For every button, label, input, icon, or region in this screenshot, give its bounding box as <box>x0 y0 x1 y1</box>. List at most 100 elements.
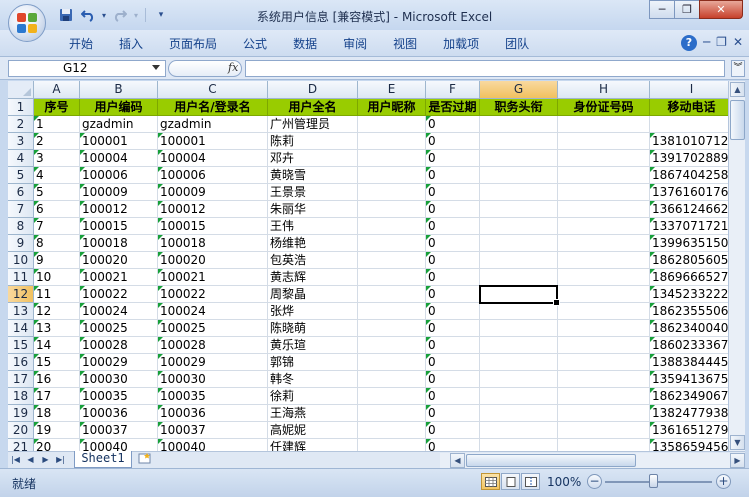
cell[interactable] <box>558 337 650 354</box>
column-header[interactable]: E <box>358 81 426 99</box>
header-cell[interactable]: 身份证号码 <box>558 99 650 116</box>
cell[interactable] <box>358 218 426 235</box>
cell[interactable]: 100020 <box>80 252 158 269</box>
cell[interactable] <box>358 303 426 320</box>
cell[interactable] <box>558 235 650 252</box>
header-cell[interactable]: 是否过期 <box>426 99 480 116</box>
cell[interactable]: 邓卉 <box>268 150 358 167</box>
cell[interactable]: 18628056055 <box>650 252 728 269</box>
cell[interactable] <box>480 201 558 218</box>
cell[interactable]: 18623555060 <box>650 303 728 320</box>
ribbon-tab[interactable]: 公式 <box>230 35 280 53</box>
row-header[interactable]: 4 <box>8 150 34 167</box>
cell[interactable]: 张烨 <box>268 303 358 320</box>
cell[interactable] <box>558 269 650 286</box>
zoom-out-icon[interactable]: − <box>587 474 602 489</box>
next-sheet-icon[interactable]: ▶ <box>38 453 53 467</box>
cell[interactable]: 3 <box>34 150 80 167</box>
cell[interactable]: 13616512799 <box>650 422 728 439</box>
ribbon-tab[interactable]: 视图 <box>380 35 430 53</box>
scroll-right-icon[interactable]: ▶ <box>730 453 745 468</box>
cell[interactable]: 朱丽华 <box>268 201 358 218</box>
cell[interactable]: 2 <box>34 133 80 150</box>
cell[interactable]: 13370717219 <box>650 218 728 235</box>
cell[interactable] <box>558 150 650 167</box>
cell[interactable]: 杨维艳 <box>268 235 358 252</box>
column-header[interactable]: H <box>558 81 650 99</box>
cell[interactable]: 13810107123 <box>650 133 728 150</box>
cell[interactable]: 13661246623 <box>650 201 728 218</box>
cell[interactable] <box>358 201 426 218</box>
cell[interactable]: 10 <box>34 269 80 286</box>
header-cell[interactable]: 用户昵称 <box>358 99 426 116</box>
row-header[interactable]: 3 <box>8 133 34 150</box>
ribbon-tab[interactable]: 团队 <box>492 35 542 53</box>
cell[interactable] <box>358 167 426 184</box>
ribbon-tab[interactable]: 加载项 <box>430 35 492 53</box>
cell[interactable]: 100018 <box>80 235 158 252</box>
last-sheet-icon[interactable]: ▶| <box>53 453 68 467</box>
insert-sheet-icon[interactable] <box>134 452 156 467</box>
cell[interactable] <box>558 201 650 218</box>
header-cell[interactable]: 移动电话 <box>650 99 728 116</box>
prev-sheet-icon[interactable]: ◀ <box>23 453 38 467</box>
cell[interactable]: 15 <box>34 354 80 371</box>
cell[interactable] <box>558 354 650 371</box>
cell[interactable] <box>480 269 558 286</box>
cell[interactable]: 7 <box>34 218 80 235</box>
row-header[interactable]: 20 <box>8 422 34 439</box>
cell[interactable]: 100022 <box>158 286 268 303</box>
row-header[interactable]: 13 <box>8 303 34 320</box>
cell[interactable] <box>358 405 426 422</box>
cell[interactable]: 0 <box>426 405 480 422</box>
restore-button[interactable]: ❐ <box>674 0 700 19</box>
cell[interactable] <box>558 133 650 150</box>
cell[interactable]: 18 <box>34 405 80 422</box>
cell[interactable]: 100029 <box>158 354 268 371</box>
horizontal-scroll-thumb[interactable] <box>466 454 636 467</box>
row-header[interactable]: 11 <box>8 269 34 286</box>
cell[interactable] <box>358 320 426 337</box>
cell[interactable]: 0 <box>426 235 480 252</box>
cell[interactable] <box>558 320 650 337</box>
row-header[interactable]: 21 <box>8 439 34 451</box>
header-cell[interactable]: 用户全名 <box>268 99 358 116</box>
cell[interactable]: 14 <box>34 337 80 354</box>
doc-minimize-button[interactable]: ─ <box>703 35 710 51</box>
cell[interactable] <box>480 320 558 337</box>
cell[interactable] <box>558 116 650 133</box>
cell[interactable]: 0 <box>426 218 480 235</box>
cell[interactable] <box>558 252 650 269</box>
cell[interactable]: 0 <box>426 252 480 269</box>
cell[interactable] <box>558 439 650 451</box>
zoom-slider-thumb[interactable] <box>649 474 658 488</box>
cell[interactable] <box>558 371 650 388</box>
expand-formula-bar-icon[interactable]: ︾ <box>731 60 745 77</box>
cell[interactable]: 100004 <box>80 150 158 167</box>
row-header[interactable]: 18 <box>8 388 34 405</box>
ribbon-tab[interactable]: 审阅 <box>330 35 380 53</box>
header-cell[interactable]: 用户名/登录名 <box>158 99 268 116</box>
cell[interactable]: 100028 <box>158 337 268 354</box>
cell[interactable]: 100009 <box>158 184 268 201</box>
cell[interactable]: 王海燕 <box>268 405 358 422</box>
cell[interactable] <box>480 167 558 184</box>
cell[interactable] <box>480 235 558 252</box>
row-header[interactable]: 19 <box>8 405 34 422</box>
cell[interactable] <box>558 388 650 405</box>
cell[interactable]: 黄志辉 <box>268 269 358 286</box>
cell[interactable] <box>358 252 426 269</box>
cell[interactable]: 0 <box>426 371 480 388</box>
cell[interactable]: 17 <box>34 388 80 405</box>
cell[interactable]: 100021 <box>80 269 158 286</box>
cell[interactable]: 100028 <box>80 337 158 354</box>
cell[interactable]: 100037 <box>80 422 158 439</box>
cell[interactable]: 陈莉 <box>268 133 358 150</box>
cell[interactable]: 13452332225 <box>650 286 728 303</box>
cell[interactable]: 100006 <box>158 167 268 184</box>
cell[interactable]: 100036 <box>80 405 158 422</box>
cell[interactable] <box>358 184 426 201</box>
cell[interactable]: 100001 <box>80 133 158 150</box>
cell[interactable]: 100030 <box>80 371 158 388</box>
cell[interactable]: 13761601760 <box>650 184 728 201</box>
